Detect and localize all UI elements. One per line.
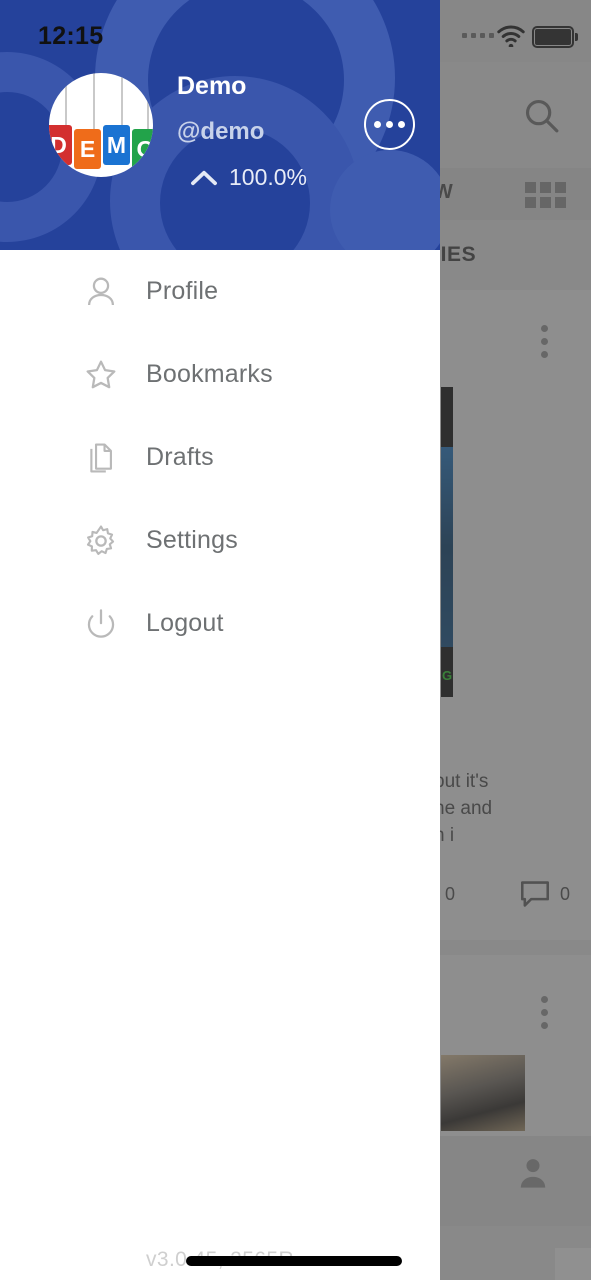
ellipsis-icon [374,121,381,128]
ellipsis-icon [386,121,393,128]
avatar[interactable]: D E M O [49,73,153,177]
star-icon [78,355,124,395]
avatar-letter: D [49,125,72,165]
drawer-menu: Profile Bookmarks Drafts Settings Logout [0,250,440,665]
menu-item-profile[interactable]: Profile [0,250,440,333]
drawer-header: 12:15 D E M O Demo @demo 100.0% [0,0,440,250]
menu-item-bookmarks[interactable]: Bookmarks [0,333,440,416]
profile-stat: 100.0% [190,164,307,191]
more-options-button[interactable] [364,99,415,150]
home-bar-background [555,1248,591,1280]
power-icon [78,604,124,644]
profile-handle: @demo [177,118,265,145]
avatar-letter: M [103,125,130,165]
ellipsis-icon [398,121,405,128]
gear-icon [78,521,124,561]
chevron-up-icon [191,170,217,185]
avatar-letter: O [132,129,153,169]
menu-item-label: Profile [146,277,219,305]
profile-display-name: Demo [177,72,247,100]
profile-stat-value: 100.0% [229,164,308,190]
menu-item-label: Settings [146,526,238,554]
menu-item-label: Bookmarks [146,360,273,388]
home-indicator[interactable] [186,1256,402,1266]
documents-icon [78,438,124,478]
status-bar-time: 12:15 [38,22,104,50]
menu-item-label: Drafts [146,443,214,471]
person-icon [78,272,124,312]
menu-item-settings[interactable]: Settings [0,499,440,582]
app-screen: EW NITIES G! but it'sne andn i 0 0 [0,0,591,1280]
menu-item-logout[interactable]: Logout [0,582,440,665]
menu-item-drafts[interactable]: Drafts [0,416,440,499]
menu-item-label: Logout [146,609,224,637]
navigation-drawer: 12:15 D E M O Demo @demo 100.0% Profile … [0,0,440,1280]
avatar-letter: E [74,129,101,169]
